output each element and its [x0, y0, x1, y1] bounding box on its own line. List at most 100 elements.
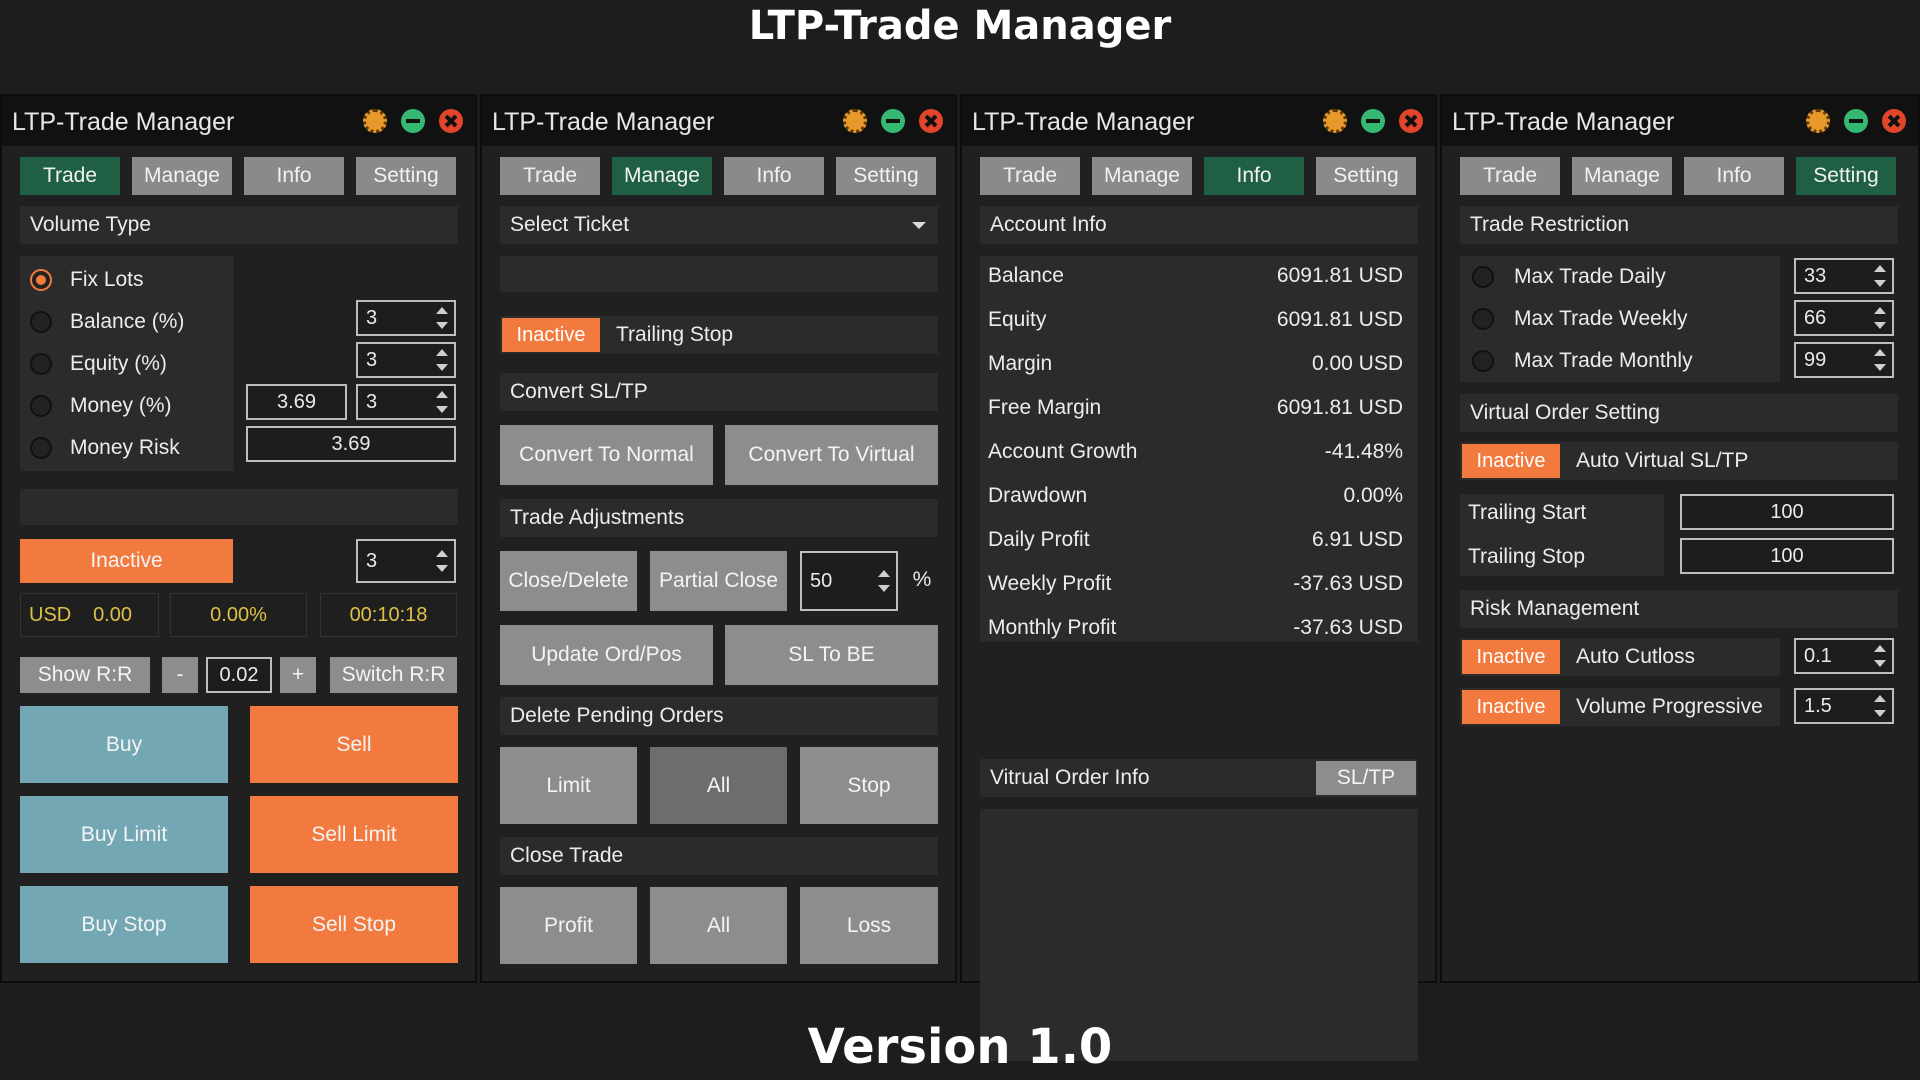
tab-info[interactable]: Info: [724, 157, 824, 195]
delete-all-button[interactable]: All: [650, 747, 787, 824]
buy-stop-button[interactable]: Buy Stop: [20, 886, 228, 963]
gear-icon[interactable]: [1323, 109, 1347, 133]
tab-manage[interactable]: Manage: [1572, 157, 1672, 195]
minimize-icon[interactable]: [881, 109, 905, 133]
currency-label: USD: [29, 604, 72, 626]
spin-arrows-icon[interactable]: [1874, 693, 1886, 719]
equity-stepper[interactable]: 3: [356, 342, 456, 378]
tab-info[interactable]: Info: [1684, 157, 1784, 195]
minimize-icon[interactable]: [1844, 109, 1868, 133]
timer-box: 00:10:18: [320, 593, 457, 637]
money-percent-field[interactable]: 3.69: [246, 384, 347, 420]
money-risk-field[interactable]: 3.69: [246, 426, 456, 462]
increase-lot-button[interactable]: +: [280, 657, 316, 693]
auto-cutloss-inactive-toggle[interactable]: Inactive: [1462, 640, 1560, 674]
volume-progressive-stepper[interactable]: 1.5: [1794, 688, 1894, 724]
tab-trade[interactable]: Trade: [980, 157, 1080, 195]
radio-money[interactable]: [30, 395, 52, 417]
buy-button[interactable]: Buy: [20, 706, 228, 783]
info-value-weekly-profit: -37.63 USD: [1293, 572, 1403, 595]
spin-arrows-icon[interactable]: [878, 568, 890, 594]
radio-max-weekly[interactable]: [1472, 308, 1494, 330]
tab-setting[interactable]: Setting: [1316, 157, 1416, 195]
tab-manage[interactable]: Manage: [612, 157, 712, 195]
tab-trade[interactable]: Trade: [20, 157, 120, 195]
close-icon[interactable]: [1882, 109, 1906, 133]
delete-limit-button[interactable]: Limit: [500, 747, 637, 824]
inactive-toggle[interactable]: Inactive: [20, 539, 233, 583]
trailing-inactive-toggle[interactable]: Inactive: [502, 318, 600, 352]
max-daily-stepper[interactable]: 33: [1794, 258, 1894, 294]
spin-arrows-icon[interactable]: [1874, 347, 1886, 373]
tab-setting[interactable]: Setting: [1796, 157, 1896, 195]
radio-max-monthly[interactable]: [1472, 350, 1494, 372]
sltp-button[interactable]: SL/TP: [1316, 761, 1416, 795]
radio-money-risk[interactable]: [30, 437, 52, 459]
spin-arrows-icon[interactable]: [1874, 263, 1886, 289]
sell-button[interactable]: Sell: [250, 706, 458, 783]
tab-info[interactable]: Info: [1204, 157, 1304, 195]
money-stepper[interactable]: 3: [356, 384, 456, 420]
partial-close-stepper[interactable]: 50: [800, 551, 898, 611]
radio-balance[interactable]: [30, 311, 52, 333]
lot-step-field[interactable]: 0.02: [206, 657, 272, 693]
trailing-stop-label: Trailing Stop: [1468, 545, 1586, 568]
delete-stop-button[interactable]: Stop: [800, 747, 938, 824]
spin-arrows-icon[interactable]: [436, 548, 448, 574]
minimize-icon[interactable]: [401, 109, 425, 133]
gear-icon[interactable]: [843, 109, 867, 133]
spin-arrows-icon[interactable]: [1874, 643, 1886, 669]
max-weekly-stepper[interactable]: 66: [1794, 300, 1894, 336]
buy-limit-button[interactable]: Buy Limit: [20, 796, 228, 873]
max-monthly-stepper[interactable]: 99: [1794, 342, 1894, 378]
tab-manage[interactable]: Manage: [132, 157, 232, 195]
trailing-start-field[interactable]: 100: [1680, 494, 1894, 530]
radio-equity[interactable]: [30, 353, 52, 375]
sell-limit-button[interactable]: Sell Limit: [250, 796, 458, 873]
close-all-button[interactable]: All: [650, 887, 787, 964]
spin-arrows-icon[interactable]: [436, 305, 448, 331]
tab-info[interactable]: Info: [244, 157, 344, 195]
auto-virtual-inactive-toggle[interactable]: Inactive: [1462, 444, 1560, 478]
money-value: 3: [366, 391, 378, 413]
close-profit-button[interactable]: Profit: [500, 887, 637, 964]
sl-to-be-button[interactable]: SL To BE: [725, 625, 938, 685]
spin-arrows-icon[interactable]: [1874, 305, 1886, 331]
switch-rr-button[interactable]: Switch R:R: [330, 657, 457, 693]
radio-max-daily[interactable]: [1472, 266, 1494, 288]
volume-progressive-inactive-toggle[interactable]: Inactive: [1462, 690, 1560, 724]
radio-fix-lots[interactable]: [30, 269, 52, 291]
tab-manage[interactable]: Manage: [1092, 157, 1192, 195]
gear-icon[interactable]: [363, 109, 387, 133]
minimize-icon[interactable]: [1361, 109, 1385, 133]
convert-to-virtual-button[interactable]: Convert To Virtual: [725, 425, 938, 485]
close-icon[interactable]: [439, 109, 463, 133]
partial-close-button[interactable]: Partial Close: [650, 551, 787, 611]
volume-progressive-value: 1.5: [1804, 695, 1832, 717]
show-rr-button[interactable]: Show R:R: [20, 657, 150, 693]
auto-cutloss-stepper[interactable]: 0.1: [1794, 638, 1894, 674]
update-ord-pos-button[interactable]: Update Ord/Pos: [500, 625, 713, 685]
tab-setting[interactable]: Setting: [356, 157, 456, 195]
inactive-stepper[interactable]: 3: [356, 539, 456, 583]
tab-trade[interactable]: Trade: [1460, 157, 1560, 195]
spin-arrows-icon[interactable]: [436, 389, 448, 415]
select-ticket-dropdown[interactable]: Select Ticket: [500, 206, 938, 244]
gear-icon[interactable]: [1806, 109, 1830, 133]
option-label-money-risk: Money Risk: [70, 436, 180, 459]
tab-setting[interactable]: Setting: [836, 157, 936, 195]
percent-label: %: [912, 568, 932, 591]
close-icon[interactable]: [919, 109, 943, 133]
spin-arrows-icon[interactable]: [436, 347, 448, 373]
close-icon[interactable]: [1399, 109, 1423, 133]
info-value-margin: 0.00 USD: [1311, 352, 1403, 375]
tab-trade[interactable]: Trade: [500, 157, 600, 195]
close-delete-button[interactable]: Close/Delete: [500, 551, 637, 611]
sell-stop-button[interactable]: Sell Stop: [250, 886, 458, 963]
close-loss-button[interactable]: Loss: [800, 887, 938, 964]
balance-stepper[interactable]: 3: [356, 300, 456, 336]
trailing-stop-field[interactable]: 100: [1680, 538, 1894, 574]
convert-to-normal-button[interactable]: Convert To Normal: [500, 425, 713, 485]
decrease-lot-button[interactable]: -: [162, 657, 198, 693]
chevron-down-icon[interactable]: [912, 222, 926, 229]
